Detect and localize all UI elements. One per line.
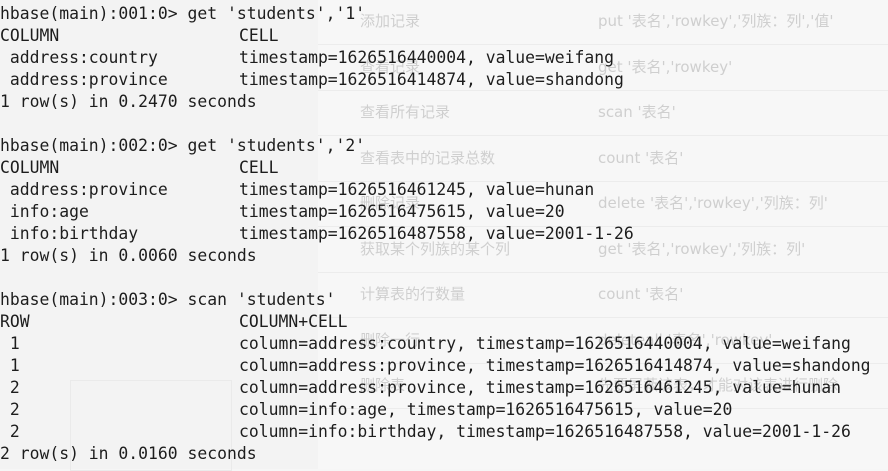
terminal-line-text: 1 row(s) in 0.0060 seconds	[0, 246, 257, 265]
terminal-cell-value: timestamp=1626516414874, value=shandong	[239, 70, 624, 89]
terminal-line: ROW COLUMN+CELL	[0, 311, 888, 333]
terminal-line-text: address:province	[0, 180, 168, 199]
terminal-line: COLUMN CELL	[0, 25, 888, 47]
terminal-line: hbase(main):003:0> scan 'students'	[0, 289, 888, 311]
terminal-cell-value: column=info:age, timestamp=1626516475615…	[239, 400, 733, 419]
terminal-line-text: COLUMN	[0, 26, 60, 45]
terminal-line: address:province timestamp=1626516461245,…	[0, 179, 888, 201]
terminal-cell-value: timestamp=1626516475615, value=20	[239, 202, 565, 221]
terminal-line: 1 row(s) in 0.0060 seconds	[0, 245, 888, 267]
terminal-line: 2 column=info:birthday, timestamp=1626516…	[0, 421, 888, 443]
terminal-output: hbase(main):001:0> get 'students','1' COL…	[0, 3, 888, 465]
terminal-line-text: info:age	[0, 202, 89, 221]
terminal-line: hbase(main):001:0> get 'students','1'	[0, 3, 888, 25]
terminal-line-text: hbase(main):002:0> get 'students','2'	[0, 136, 366, 155]
terminal-line-text: 1	[0, 334, 20, 353]
terminal-line-text: hbase(main):003:0> scan 'students'	[0, 290, 336, 309]
terminal-line: 1 row(s) in 0.2470 seconds	[0, 91, 888, 113]
terminal-line: hbase(main):002:0> get 'students','2'	[0, 135, 888, 157]
terminal-line-text: ROW	[0, 312, 30, 331]
terminal-line-text: 2	[0, 378, 20, 397]
terminal-line: 2 column=address:province, timestamp=1626…	[0, 377, 888, 399]
terminal-line-text: address:country	[0, 48, 158, 67]
terminal-line: address:province timestamp=1626516414874,…	[0, 69, 888, 91]
terminal-line-text: 1	[0, 356, 20, 375]
terminal-line: 2 column=info:age, timestamp=162651647561…	[0, 399, 888, 421]
terminal-line: info:birthday timestamp=1626516487558, va…	[0, 223, 888, 245]
terminal-cell-value: column=address:province, timestamp=16265…	[239, 356, 871, 375]
terminal-line: 1 column=address:province, timestamp=1626…	[0, 355, 888, 377]
terminal-line-text: address:province	[0, 70, 168, 89]
terminal-line: 1 column=address:country, timestamp=16265…	[0, 333, 888, 355]
terminal-cell-value: column=info:birthday, timestamp=16265164…	[239, 422, 851, 441]
terminal-line-text: hbase(main):001:0> get 'students','1'	[0, 4, 366, 23]
terminal-line: info:age timestamp=1626516475615, value=2…	[0, 201, 888, 223]
terminal-cell-value: column=address:country, timestamp=162651…	[239, 334, 851, 353]
terminal-line: 2 row(s) in 0.0160 seconds	[0, 443, 888, 465]
terminal-line: COLUMN CELL	[0, 157, 888, 179]
terminal-cell-value: timestamp=1626516440004, value=weifang	[239, 48, 614, 67]
terminal-cell-value: column=address:province, timestamp=16265…	[239, 378, 841, 397]
terminal-line-text: COLUMN	[0, 158, 60, 177]
terminal-line-text: info:birthday	[0, 224, 139, 243]
terminal-cell-value: CELL	[239, 158, 279, 177]
terminal-cell-value: timestamp=1626516461245, value=hunan	[239, 180, 595, 199]
terminal-cell-value: timestamp=1626516487558, value=2001-1-26	[239, 224, 634, 243]
terminal-cell-value: COLUMN+CELL	[239, 312, 348, 331]
terminal-line: address:country timestamp=1626516440004, …	[0, 47, 888, 69]
terminal-line-text: 2 row(s) in 0.0160 seconds	[0, 444, 257, 463]
terminal-cell-value: CELL	[239, 26, 279, 45]
terminal-line-text: 2	[0, 400, 20, 419]
terminal-line-text: 1 row(s) in 0.2470 seconds	[0, 92, 257, 111]
terminal-line-text: 2	[0, 422, 20, 441]
